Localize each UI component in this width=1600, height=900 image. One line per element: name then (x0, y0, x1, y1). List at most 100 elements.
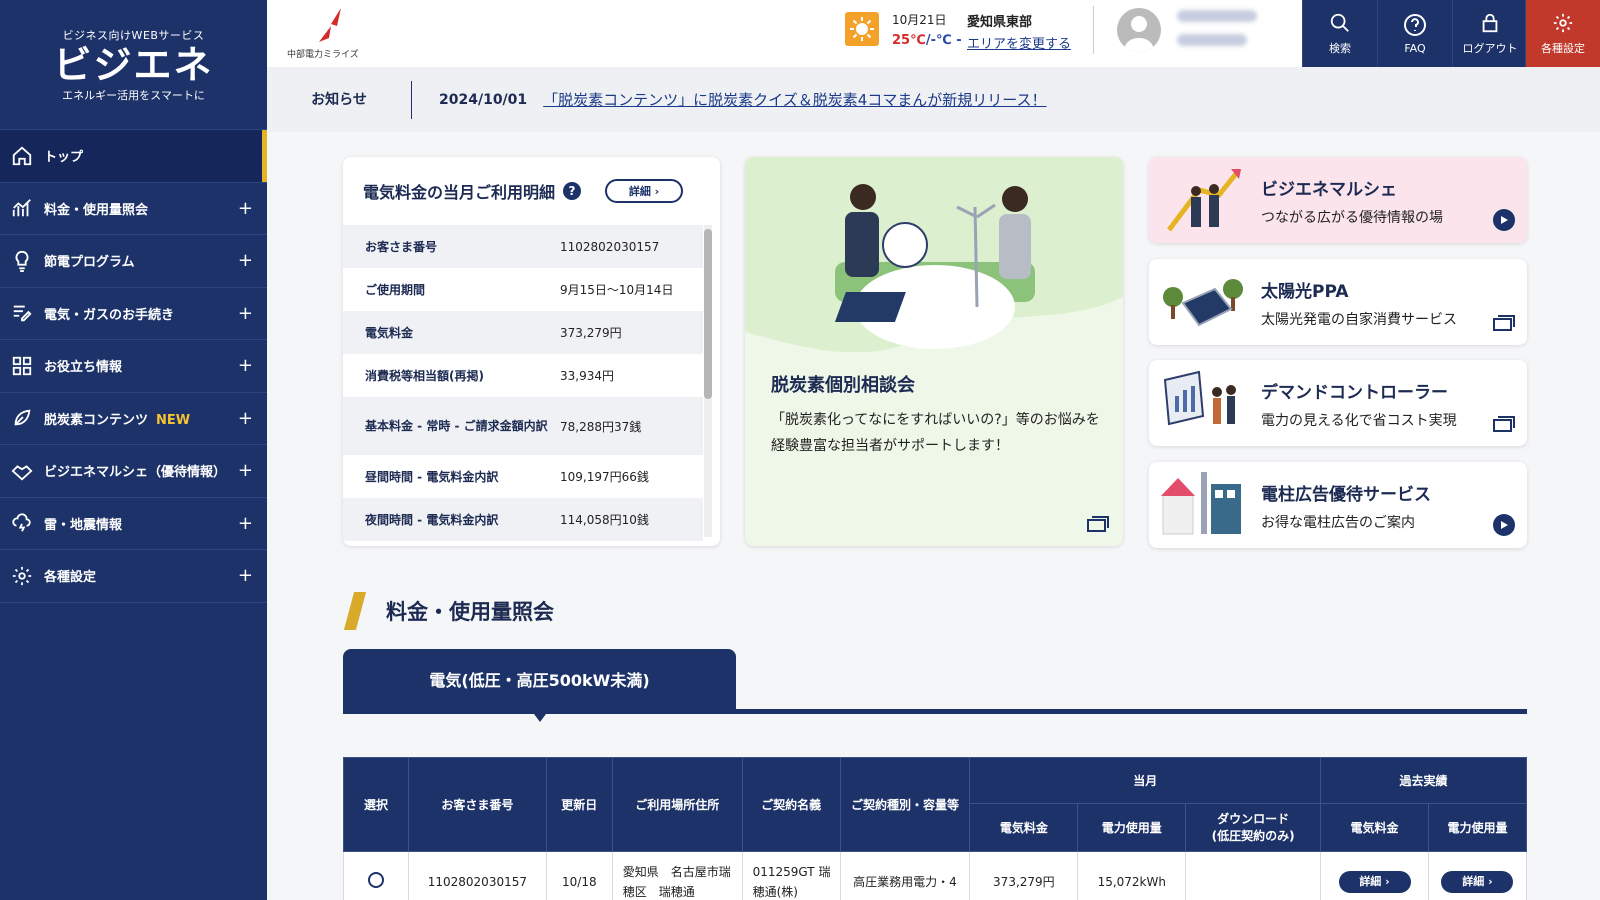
col-download: ダウンロード (低圧契約のみ) (1185, 803, 1322, 852)
gear-icon (10, 564, 34, 588)
contract-name-cell: 011259GT 瑞穂通(株) (741, 851, 841, 900)
search-button[interactable]: 検索 (1302, 0, 1377, 67)
contract-type-cell: 高圧業務用電力・4 (839, 851, 971, 900)
expand-plus-icon[interactable]: + (238, 250, 253, 271)
brand-name: ビジエネ (53, 42, 214, 87)
scroll-thumb[interactable] (704, 229, 712, 399)
expand-plus-icon[interactable]: + (238, 513, 253, 534)
marche-title: ビジエネマルシェ (1261, 180, 1397, 200)
help-icon[interactable]: ? (563, 182, 582, 200)
scrollbar[interactable] (704, 225, 712, 537)
sidebar-item-decarbon[interactable]: 脱炭素コンテンツ NEW + (0, 393, 267, 445)
grid-icon (10, 354, 34, 378)
sidebar-item-marche[interactable]: ビジエネマルシェ（優待情報） + (0, 445, 267, 498)
chart-icon (10, 196, 34, 220)
sidebar-item-label: 料金・使用量照会 (44, 202, 149, 218)
past-usage-cell: 詳細 › (1427, 851, 1528, 900)
company-logo[interactable]: 中部電力ミライズ (287, 4, 367, 60)
sidebar-item-label: お役立ち情報 (44, 360, 123, 376)
notice-link[interactable]: 「脱炭素コンテンツ」に脱炭素クイズ＆脱炭素4コマまんが新規リリース！ (543, 89, 1046, 110)
expand-plus-icon[interactable]: + (238, 565, 253, 586)
list-item: お客さま番号 1102802030157 (343, 225, 703, 268)
col-contract-name: ご契約名義 (741, 757, 841, 852)
solar-ppa-title: 太陽光PPA (1261, 282, 1349, 302)
demand-controller-subtitle: 電力の見える化で省コスト実現 (1261, 413, 1457, 429)
expand-plus-icon[interactable]: + (238, 303, 253, 324)
expand-plus-icon[interactable]: + (238, 460, 253, 481)
list-item: 消費税等相当額(再掲) 33,934円 (365, 368, 614, 384)
bill-detail-button[interactable]: 詳細 › (605, 179, 684, 203)
user-company-blurred (1177, 10, 1257, 22)
pole-ad-title: 電柱広告優待サービス (1261, 485, 1431, 505)
decarbon-consult-card[interactable]: 脱炭素個別相談会 「脱炭素化ってなにをすればいいの?」等のお悩みを経験豊富な担当… (745, 157, 1123, 546)
settings-button[interactable]: 各種設定 (1525, 0, 1600, 67)
pole-ad-card[interactable]: 電柱広告優待サービス お得な電柱広告のご案内 (1149, 462, 1527, 548)
list-item: 基本料金 - 常時 - ご請求金額内訳 78,288円37銭 (343, 397, 703, 455)
search-label: 検索 (1329, 42, 1351, 55)
bill-rows: お客さま番号 1102802030157 ご使用期間 9月15日〜10月14日 電気… (343, 225, 703, 546)
past-fee-cell: 詳細 › (1320, 851, 1429, 900)
consult-title: 脱炭素個別相談会 (771, 375, 915, 396)
sidebar-item-power-saving[interactable]: 節電プログラム + (0, 235, 267, 288)
expand-plus-icon[interactable]: + (238, 355, 253, 376)
download-cell (1185, 851, 1322, 900)
list-item: 昼間時間 - 電気料金内訳 109,197円66銭 (365, 469, 649, 485)
play-arrow-icon (1493, 514, 1515, 536)
solar-ppa-subtitle: 太陽光発電の自家消費サービス (1261, 312, 1457, 328)
notice-bar: お知らせ 2024/10/01 「脱炭素コンテンツ」に脱炭素クイズ＆脱炭素4コマ… (267, 67, 1600, 132)
past-usage-detail-button[interactable]: 詳細 › (1441, 870, 1514, 893)
demand-controller-card[interactable]: デマンドコントローラー 電力の見える化で省コスト実現 (1149, 360, 1527, 446)
col-fee: 電気料金 (969, 803, 1079, 852)
notice-date: 2024/10/01 (439, 91, 528, 108)
faq-button[interactable]: FAQ (1377, 0, 1452, 67)
marche-illustration (1167, 168, 1241, 232)
expand-plus-icon[interactable]: + (238, 198, 253, 219)
sidebar-item-disaster[interactable]: 雷・地震情報 + (0, 498, 267, 550)
row-radio[interactable] (367, 872, 384, 888)
brand-tagline-bottom: エネルギー活用をスマートに (62, 88, 205, 102)
col-past-usage: 電力使用量 (1427, 803, 1528, 852)
bill-title: 電気料金の当月ご利用明細 (363, 183, 556, 202)
table-row: 1102802030157 10/18 愛知県 名古屋市瑞穂区 瑞穂通 0112… (343, 851, 1528, 900)
lock-icon (1478, 11, 1502, 35)
list-item: 夜間時間 - 電気料金内訳 114,058円10銭 (343, 498, 703, 541)
past-fee-detail-button[interactable]: 詳細 › (1338, 870, 1411, 893)
usage-table: 選択 お客さま番号 更新日 ご利用場所住所 ご契約名義 ご契約種別・容量等 当月… (343, 757, 1528, 900)
external-window-icon (1493, 416, 1515, 432)
bill-summary-card: 電気料金の当月ご利用明細 ? 詳細 › お客さま番号 1102802030157 … (343, 157, 720, 546)
company-mark-icon (319, 8, 341, 42)
logout-button[interactable]: ログアウト (1452, 0, 1527, 67)
sidebar-item-top[interactable]: トップ (0, 130, 267, 183)
col-address: ご利用場所住所 (611, 757, 743, 852)
tab-underline (343, 709, 1527, 714)
select-cell (343, 851, 409, 900)
notice-title: お知らせ (267, 80, 412, 119)
consult-description: 「脱炭素化ってなにをすればいいの?」等のお悩みを経験豊富な担当者がサポートします… (771, 412, 1100, 454)
col-updated: 更新日 (545, 757, 613, 852)
sidebar-item-settings[interactable]: 各種設定 + (0, 550, 267, 603)
sidebar-item-billing[interactable]: 料金・使用量照会 + (0, 183, 267, 235)
col-customer-no: お客さま番号 (407, 757, 547, 852)
sidebar-item-label: トップ (44, 150, 84, 166)
sidebar-item-useful-info[interactable]: お役立ち情報 + (0, 340, 267, 393)
marche-card[interactable]: ビジエネマルシェ つながる広がる優待情報の場 (1149, 157, 1527, 243)
sidebar-item-label: 脱炭素コンテンツ NEW (44, 412, 191, 428)
section-title: 料金・使用量照会 (386, 600, 554, 624)
sidebar: ビジネス向けWEBサービス ビジエネ エネルギー活用をスマートに トップ 料金・… (0, 0, 267, 900)
header-divider (1093, 6, 1094, 54)
gear-icon (1551, 11, 1575, 35)
edit-list-icon (10, 301, 34, 325)
change-area-link[interactable]: エリアを変更する (967, 33, 1071, 52)
address-cell: 愛知県 名古屋市瑞穂区 瑞穂通 (611, 851, 743, 900)
logout-label: ログアウト (1462, 42, 1518, 55)
tab-pointer-icon (534, 714, 546, 722)
sidebar-item-procedures[interactable]: 電気・ガスのお手続き + (0, 288, 267, 340)
brand-logo[interactable]: ビジネス向けWEBサービス ビジエネ エネルギー活用をスマートに (0, 0, 267, 130)
play-arrow-icon (1493, 209, 1515, 231)
company-name: 中部電力ミライズ (287, 50, 359, 60)
expand-plus-icon[interactable]: + (238, 408, 253, 429)
solar-ppa-card[interactable]: 太陽光PPA 太陽光発電の自家消費サービス (1149, 259, 1527, 345)
sidebar-item-label: 雷・地震情報 (44, 517, 123, 533)
tab-electricity[interactable]: 電気(低圧・高圧500kW未満) (343, 649, 736, 709)
solar-panel-illustration (1163, 279, 1243, 327)
